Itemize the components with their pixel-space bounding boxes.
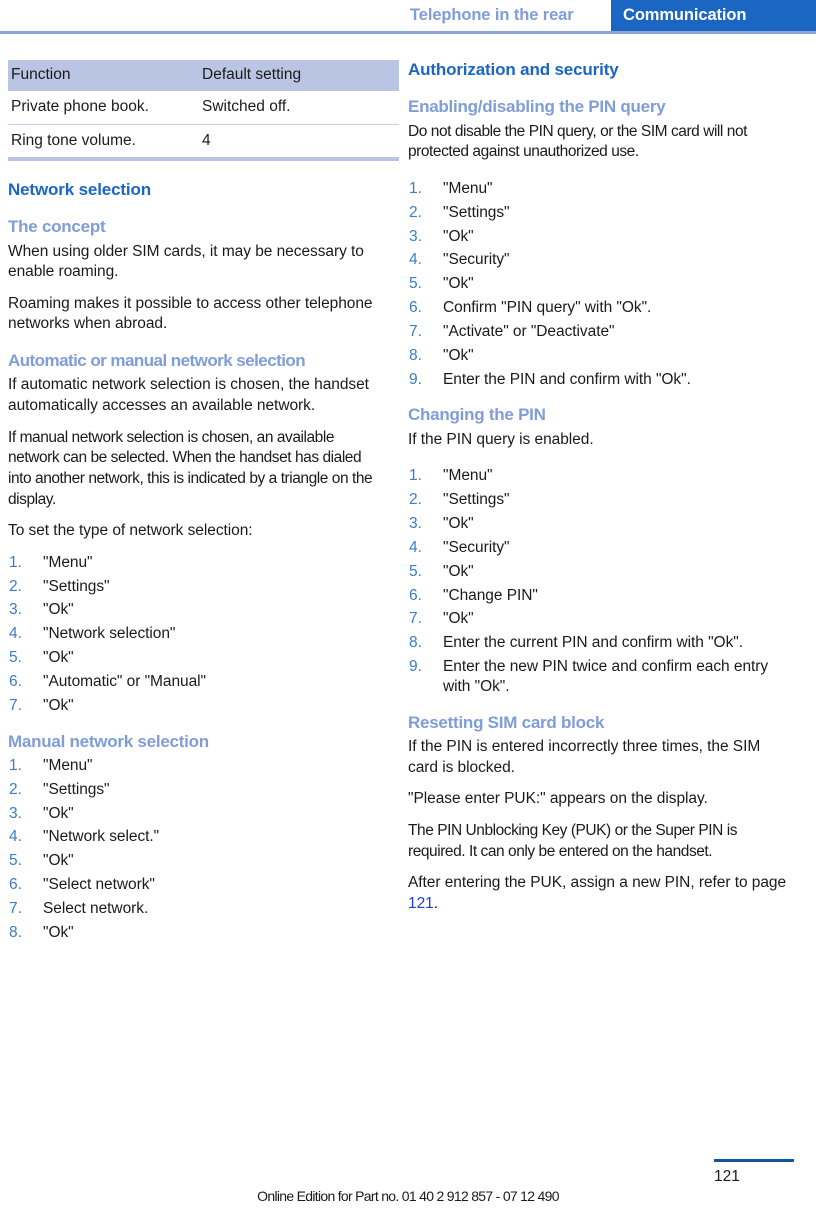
paragraph-text-before: After entering the PUK, assign a new PIN… [408,874,787,892]
list-item: "Ok" [9,600,74,620]
footer-edition-note: Online Edition for Part no. 01 40 2 912 … [257,1188,559,1204]
paragraph: Do not disable the PIN query, or the SIM… [408,122,747,161]
list-item: "Activate" or "Deactivate" [409,322,615,342]
list-item: "Automatic" or "Manual" [9,672,207,692]
list-item: "Ok" [409,562,474,582]
right-column: Authorization and security Enabling/disa… [400,60,816,959]
paragraph-with-page-reference: After entering the PUK, assign a new PIN… [408,873,794,914]
table-column-header-function: Function [8,60,199,92]
subheading-resetting-sim-card-block: Resetting SIM card block [408,712,605,732]
list-item: "Ok" [9,648,74,668]
paragraph: If the PIN query is enabled. [408,430,594,448]
subheading-changing-the-pin: Changing the PIN [408,405,546,425]
subheading-the-concept: The concept [8,217,106,237]
table-header-row: Function Default setting [8,60,399,92]
section-heading-network-selection: Network selection [8,179,151,199]
page-reference-link[interactable]: 121 [408,895,434,912]
list-item: "Menu" [9,756,93,776]
steps-pin-query: "Menu" "Settings" "Ok" "Security" "Ok" C… [408,179,794,389]
folio: 121 [714,1159,794,1186]
list-item: Enter the PIN and confirm with "Ok". [409,370,691,390]
table-column-header-default-setting: Default setting [199,60,399,92]
paragraph: When using older SIM cards, it may be ne… [8,242,364,281]
list-item: Enter the current PIN and confirm with "… [409,633,743,653]
list-item: "Settings" [9,577,110,597]
list-item: "Network select." [9,827,160,847]
list-item: Enter the new PIN twice and confirm each… [409,657,769,695]
page-number: 121 [714,1168,740,1185]
header-section-title: Communication [611,0,816,31]
list-item: Confirm "PIN query" with "Ok". [409,298,652,318]
list-item: "Settings" [409,203,510,223]
list-item: "Ok" [9,804,74,824]
list-item: "Menu" [9,553,93,573]
folio-divider [714,1159,794,1162]
table-row: Ring tone volume. 4 [8,124,399,161]
page-footer: 121 Online Edition for Part no. 01 40 2 … [0,1148,816,1208]
list-item: "Ok" [409,227,474,247]
paragraph: The PIN Unblocking Key (PUK) or the Supe… [408,821,738,860]
section-heading-authorization-and-security: Authorization and security [408,60,619,79]
list-item: "Select network" [9,875,155,895]
list-item: "Ok" [409,346,474,366]
paragraph: Roaming makes it possible to access othe… [8,294,373,333]
header-chapter-title: Telephone in the rear [399,0,611,31]
left-column: Function Default setting Private phone b… [0,60,400,959]
paragraph: If the PIN is entered incorrectly three … [408,738,761,776]
table-cell-default: Switched off. [199,91,399,125]
list-item: "Settings" [9,780,110,800]
steps-network-selection: "Menu" "Settings" "Ok" "Network selectio… [8,553,378,716]
table-cell-function: Ring tone volume. [8,124,199,161]
subheading-automatic-or-manual-network-selection: Automatic or manual network selection [8,351,306,371]
list-item: "Network selection" [9,624,176,644]
running-header: Telephone in the rear Communication [0,0,816,31]
list-item: "Security" [409,538,510,558]
default-settings-table: Function Default setting Private phone b… [8,60,399,161]
table-cell-function: Private phone book. [8,91,199,125]
list-item: Select network. [9,899,149,919]
list-item: "Menu" [409,466,493,486]
list-item: "Ok" [409,609,474,629]
subheading-manual-network-selection: Manual network selection [8,731,209,751]
subheading-enabling-disabling-pin-query: Enabling/disabling the PIN query [408,97,666,117]
steps-changing-pin: "Menu" "Settings" "Ok" "Security" "Ok" "… [408,466,794,696]
list-item: "Ok" [409,514,474,534]
list-item: "Menu" [409,179,493,199]
list-item: "Ok" [409,274,474,294]
paragraph: "Please enter PUK:" appears on the displ… [408,790,708,808]
steps-manual-network-selection: "Menu" "Settings" "Ok" "Network select."… [8,756,378,943]
list-item: "Security" [409,250,510,270]
table-row: Private phone book. Switched off. [8,91,399,125]
list-item: "Settings" [409,490,510,510]
list-item: "Ok" [9,923,74,943]
table-cell-default: 4 [199,124,399,161]
list-item: "Ok" [9,696,74,716]
paragraph-text-after: . [433,894,438,912]
list-item: "Change PIN" [409,586,538,606]
list-item: "Ok" [9,851,74,871]
paragraph: If manual network selection is chosen, a… [8,428,373,508]
paragraph: If automatic network selection is chosen… [8,376,369,415]
paragraph: To set the type of network selection: [8,522,253,540]
page-content: Function Default setting Private phone b… [0,34,816,959]
header-spacer [0,0,399,31]
